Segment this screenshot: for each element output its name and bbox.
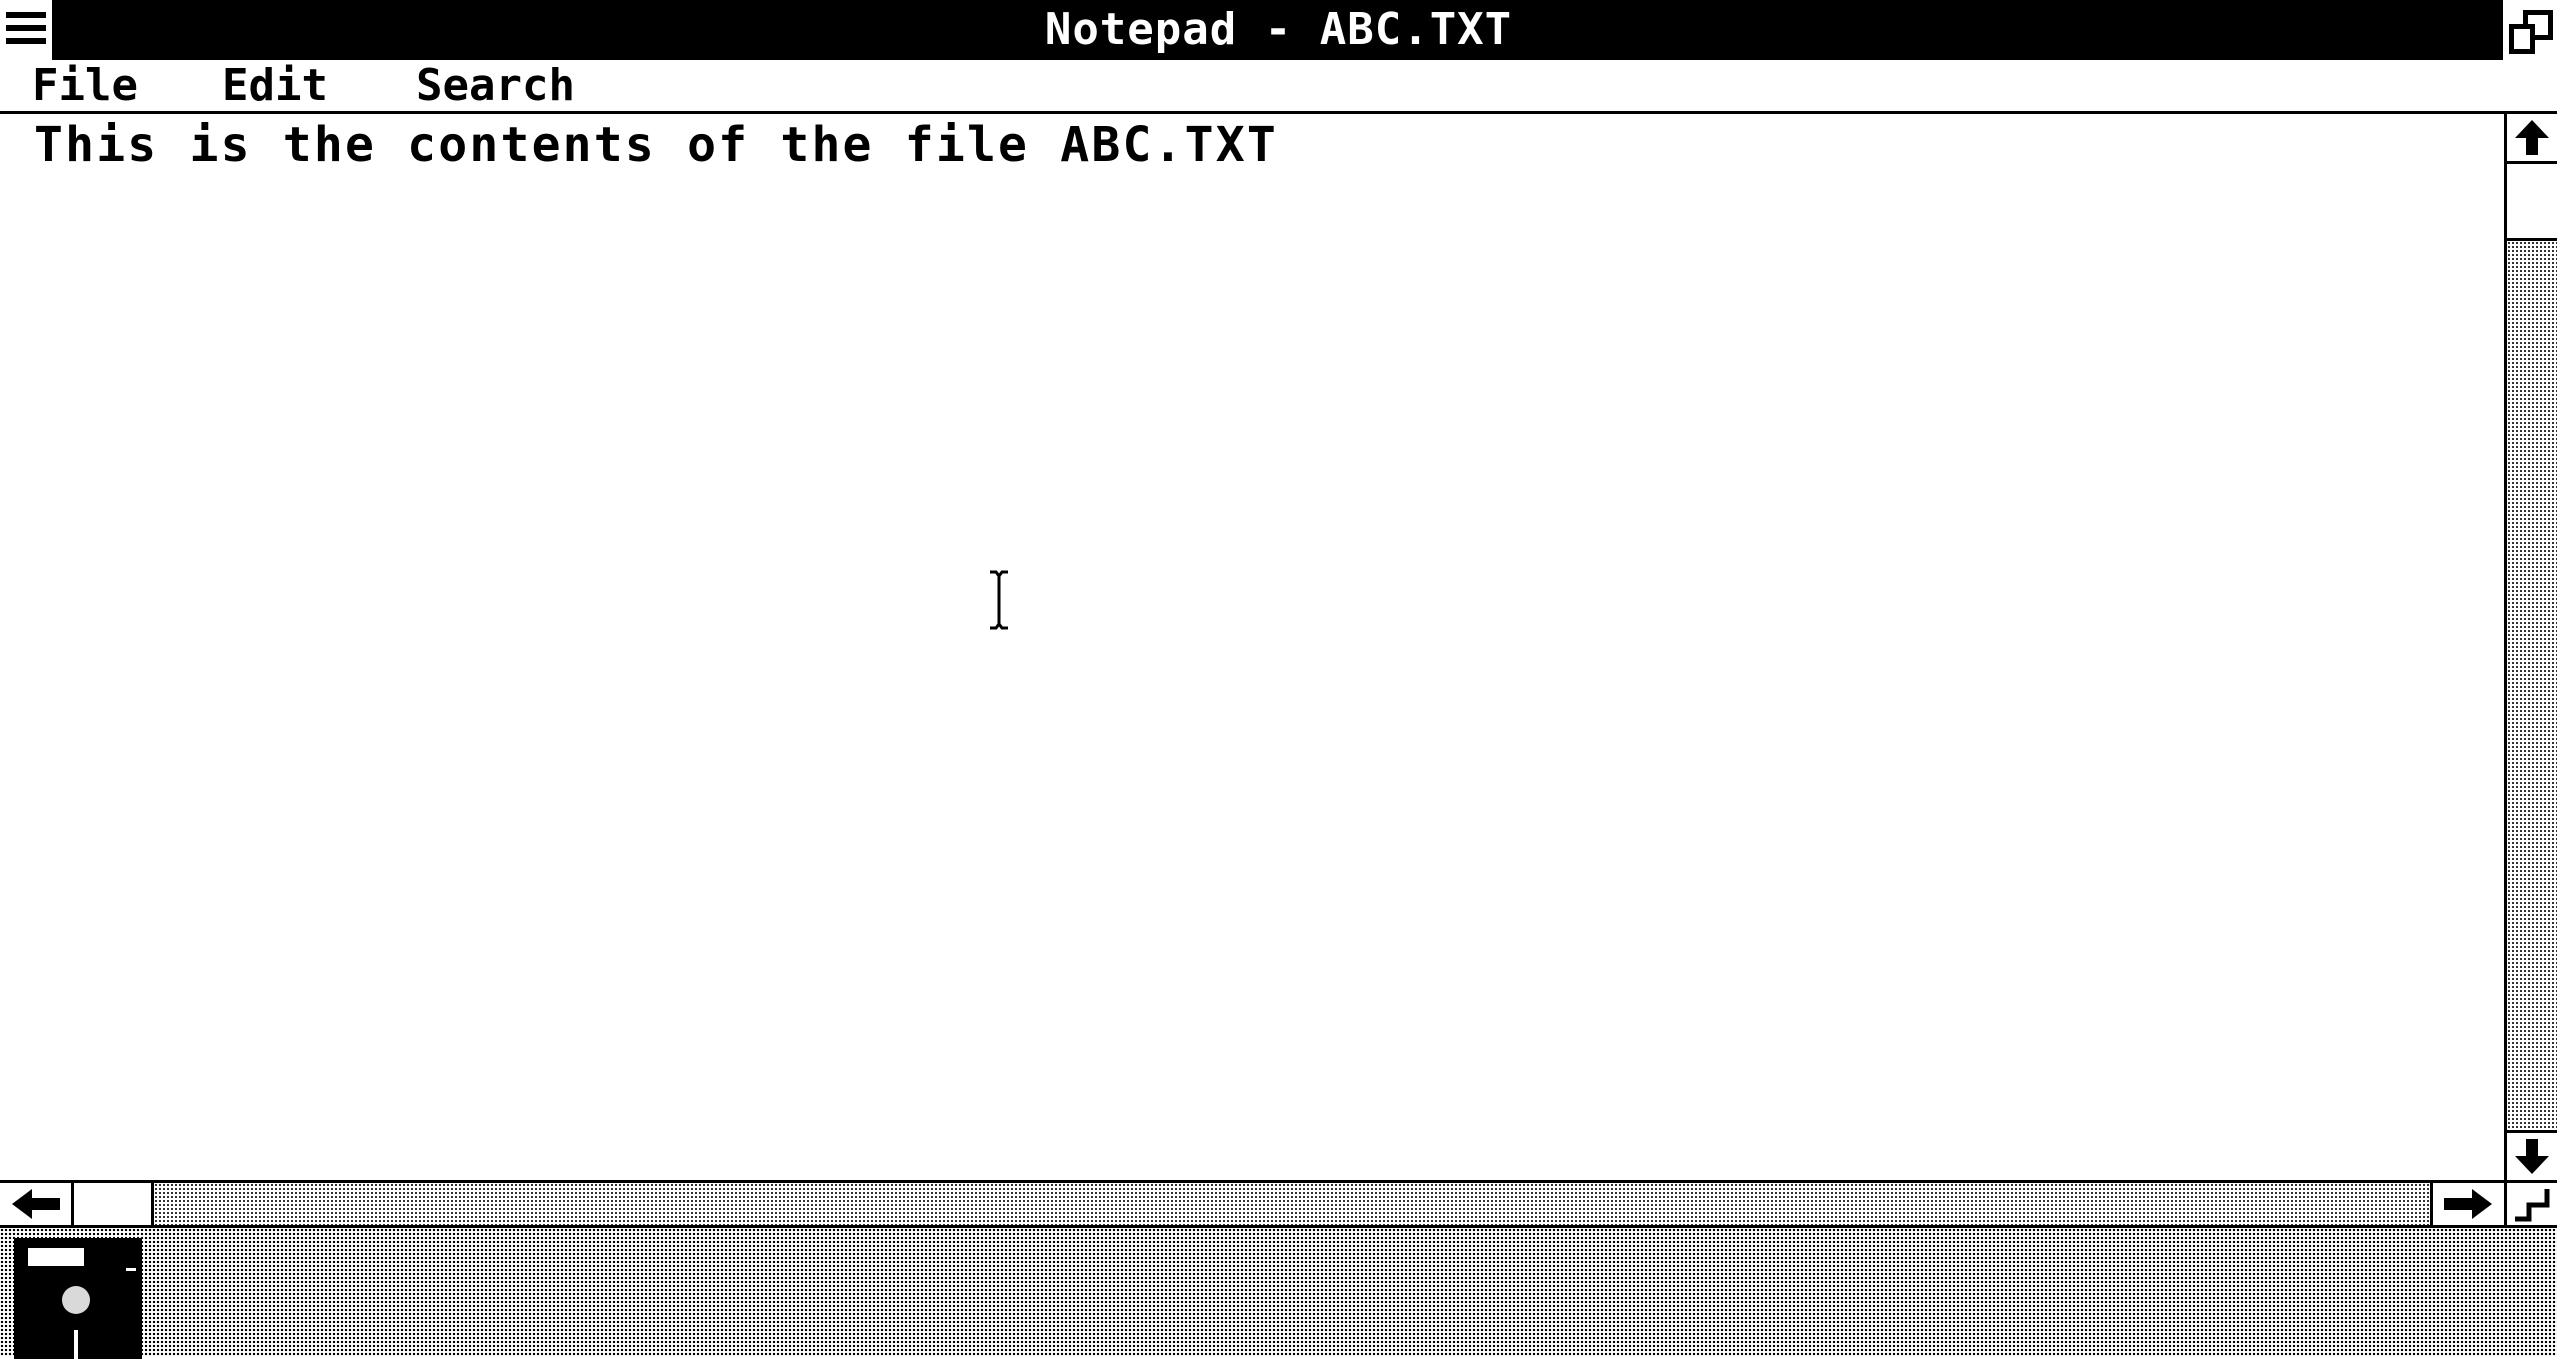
horizontal-scroll-track[interactable]	[154, 1183, 2430, 1225]
title-bar[interactable]: Notepad - ABC.TXT	[0, 0, 2557, 60]
resize-corner-icon	[2515, 1189, 2550, 1222]
scroll-right-button[interactable]	[2430, 1183, 2504, 1225]
text-cursor-icon	[990, 570, 1008, 630]
arrow-down-icon	[2515, 1139, 2549, 1174]
vertical-scrollbar[interactable]	[2504, 114, 2557, 1180]
horizontal-scroll-thumb[interactable]	[74, 1183, 154, 1225]
scroll-down-button[interactable]	[2507, 1130, 2557, 1180]
disk-drive-icon[interactable]	[14, 1238, 144, 1359]
scroll-left-button[interactable]	[0, 1183, 74, 1225]
scroll-up-button[interactable]	[2507, 114, 2557, 164]
desktop-background	[0, 1225, 2557, 1359]
arrow-left-icon	[12, 1189, 60, 1219]
menu-file[interactable]: File	[32, 60, 138, 111]
menu-edit[interactable]: Edit	[222, 60, 328, 111]
vertical-scroll-thumb[interactable]	[2507, 164, 2557, 241]
window-title: Notepad - ABC.TXT	[1044, 4, 1513, 55]
document-text: This is the contents of the file ABC.TXT	[34, 117, 1278, 173]
horizontal-scrollbar[interactable]	[0, 1180, 2504, 1225]
arrow-up-icon	[2515, 120, 2549, 155]
menu-search[interactable]: Search	[416, 60, 575, 111]
text-editor-area[interactable]: This is the contents of the file ABC.TXT	[0, 114, 2504, 1180]
size-box[interactable]	[2504, 1180, 2557, 1225]
maximize-icon[interactable]	[2499, 0, 2557, 60]
vertical-scroll-track[interactable]	[2507, 241, 2557, 1130]
arrow-right-icon	[2444, 1189, 2492, 1219]
menu-bar: File Edit Search	[0, 60, 2557, 114]
